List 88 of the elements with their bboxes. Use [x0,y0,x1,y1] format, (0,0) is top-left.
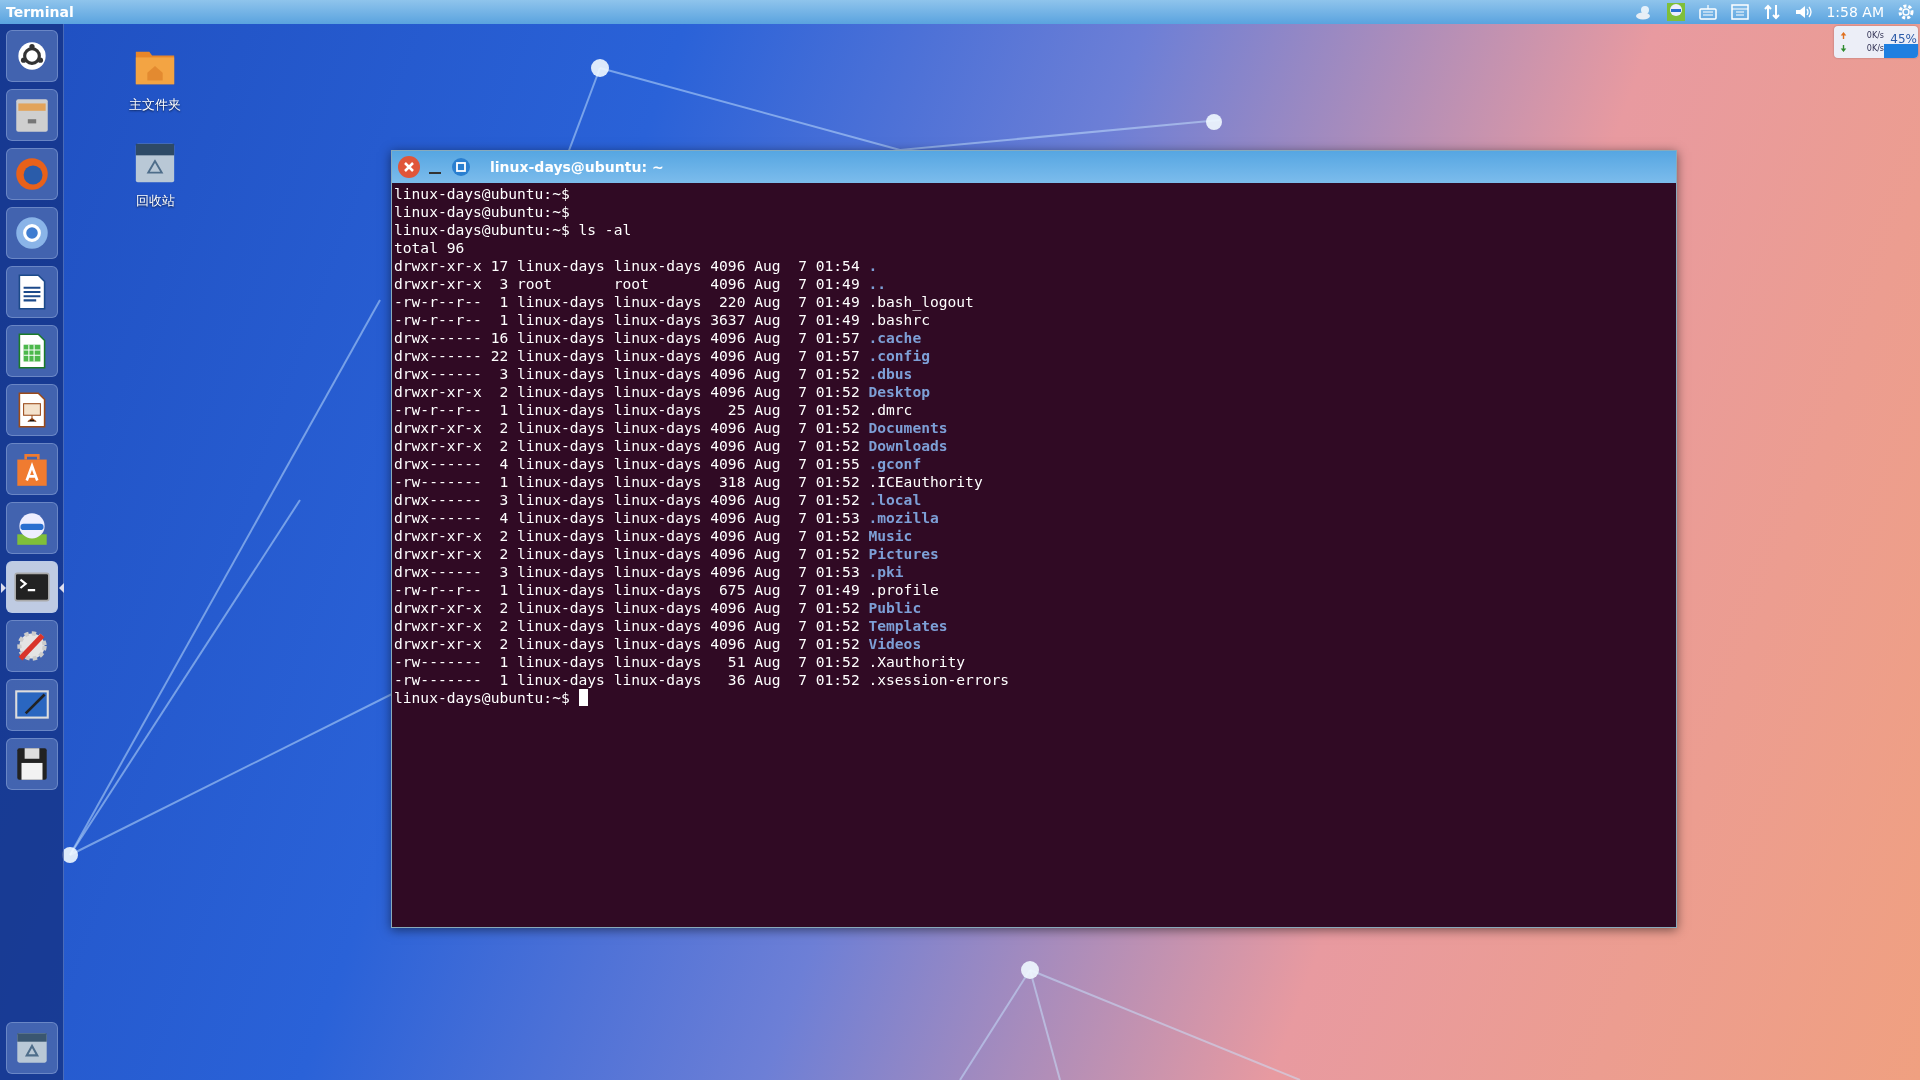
launcher-item[interactable] [5,207,58,259]
prompt-line: linux-days@ubuntu:~$ ls -al [394,221,632,238]
light-dot [62,847,78,863]
file-name: .ICEauthority [868,473,983,490]
light-dot [1021,961,1039,979]
network-arrows-icon[interactable] [1762,2,1783,22]
launcher-item[interactable] [5,325,58,377]
launcher-item[interactable] [5,443,58,495]
launcher-item[interactable] [5,738,58,790]
file-name: .profile [868,581,939,598]
directory-name: Music [868,527,913,544]
desktop-icon-label: 回收站 [135,192,175,210]
download-speed: 0K/s [1866,44,1884,53]
listing-entry: drwx------ 22 linux-days linux-days 4096 Aug 7 01:57 [394,347,860,364]
directory-name: .pki [868,563,904,580]
directory-name: .local [868,491,922,508]
file-name: .dmrc [868,401,913,418]
minimize-icon [429,172,441,174]
listing-entry: drwxr-xr-x 2 linux-days linux-days 4096 Aug 7 01:52 [394,383,860,400]
file-name: .Xauthority [868,653,966,670]
directory-name: Desktop [868,383,930,400]
launcher-item[interactable] [5,89,58,141]
launcher-item[interactable] [5,502,58,554]
close-button[interactable] [398,156,420,178]
active-indicator-icon [58,583,64,593]
maximize-icon [451,157,471,177]
directory-name: .config [868,347,930,364]
active-indicator-icon [0,583,6,593]
download-arrow-icon [1840,44,1847,53]
listing-entry: drwxr-xr-x 3 root root 4096 Aug 7 01:49 [394,275,860,292]
light-dot [1206,114,1222,130]
directory-name: Documents [868,419,948,436]
listing-entry: drwxr-xr-x 2 linux-days linux-days 4096 Aug 7 01:52 [394,545,860,562]
upload-arrow-icon [1840,31,1847,40]
directory-name: .mozilla [868,509,939,526]
directory-name: Public [868,599,922,616]
launcher-item[interactable] [5,266,58,318]
maximize-button[interactable] [450,156,472,178]
prompt-line: linux-days@ubuntu:~$ [394,689,570,706]
settings-icon[interactable] [1896,2,1916,22]
clock[interactable]: 1:58 AM [1826,4,1884,20]
launcher-item[interactable] [5,679,58,731]
listing-entry: drwx------ 4 linux-days linux-days 4096 Aug 7 01:55 [394,455,860,472]
directory-name: .. [868,275,887,292]
directory-name: .dbus [868,365,913,382]
launcher-item[interactable] [5,620,58,672]
listing-entry: -rw-r--r-- 1 linux-days linux-days 3637 Aug 7 01:49 [394,311,860,328]
listing-entry: drwxr-xr-x 2 linux-days linux-days 4096 Aug 7 01:52 [394,617,860,634]
launcher-item[interactable] [5,1022,58,1074]
desktop-icon-label: 主文件夹 [129,96,181,114]
memory-percent: 45% [1890,32,1917,46]
file-name: .bashrc [868,311,930,328]
launcher-item[interactable] [5,384,58,436]
file-name: .bash_logout [868,293,974,310]
listing-entry: drwx------ 16 linux-days linux-days 4096 Aug 7 01:57 [394,329,860,346]
directory-name: Templates [868,617,948,634]
listing-entry: drwxr-xr-x 2 linux-days linux-days 4096 Aug 7 01:52 [394,419,860,436]
launcher-item[interactable] [5,30,58,82]
listing-entry: drwx------ 3 linux-days linux-days 4096 Aug 7 01:52 [394,365,860,382]
text-cursor [578,689,588,706]
file-name: .xsession-errors [868,671,1010,688]
listing-entry: drwxr-xr-x 2 linux-days linux-days 4096 Aug 7 01:52 [394,635,860,652]
directory-name: Videos [868,635,922,652]
listing-entry: -rw------- 1 linux-days linux-days 318 Aug 7 01:52 [394,473,860,490]
prompt-line: linux-days@ubuntu:~$ [394,185,570,202]
app-title: Terminal [6,4,74,20]
listing-entry: drwx------ 3 linux-days linux-days 4096 Aug 7 01:52 [394,491,860,508]
window-title: linux-days@ubuntu: ~ [490,159,664,175]
output-line: total 96 [394,239,465,256]
listing-entry: -rw-r--r-- 1 linux-days linux-days 675 Aug 7 01:49 [394,581,860,598]
listing-entry: drwxr-xr-x 17 linux-days linux-days 4096 Aug 7 01:54 [394,257,860,274]
listing-entry: drwxr-xr-x 2 linux-days linux-days 4096 Aug 7 01:52 [394,437,860,454]
listing-entry: -rw------- 1 linux-days linux-days 51 Aug 7 01:52 [394,653,860,670]
listing-entry: -rw-r--r-- 1 linux-days linux-days 220 Aug 7 01:49 [394,293,860,310]
directory-name: .cache [868,329,922,346]
directory-name: Pictures [868,545,939,562]
listing-entry: drwxr-xr-x 2 linux-days linux-days 4096 Aug 7 01:52 [394,527,860,544]
prompt-line: linux-days@ubuntu:~$ [394,203,570,220]
light-dot [591,59,609,77]
upload-speed: 0K/s [1866,31,1884,40]
listing-entry: -rw-r--r-- 1 linux-days linux-days 25 Aug 7 01:52 [394,401,860,418]
directory-name: .gconf [868,455,922,472]
listing-entry: drwx------ 3 linux-days linux-days 4096 Aug 7 01:53 [394,563,860,580]
listing-entry: drwx------ 4 linux-days linux-days 4096 Aug 7 01:53 [394,509,860,526]
directory-name: . [868,257,878,274]
listing-entry: -rw------- 1 linux-days linux-days 36 Aug 7 01:52 [394,671,860,688]
directory-name: Downloads [868,437,948,454]
listing-entry: drwxr-xr-x 2 linux-days linux-days 4096 Aug 7 01:52 [394,599,860,616]
